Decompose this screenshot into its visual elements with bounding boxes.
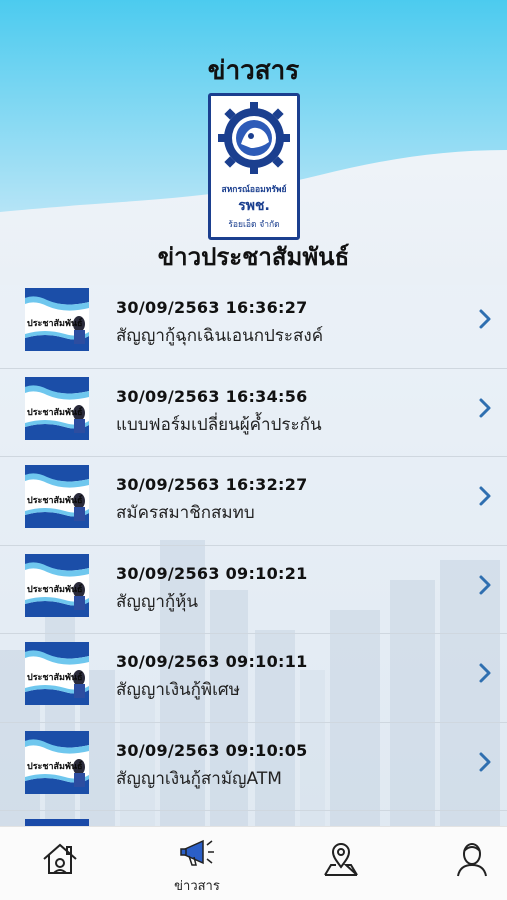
chevron-right-icon xyxy=(479,398,491,417)
news-thumbnail: ประชาสัมพันธ์ xyxy=(25,642,89,705)
news-date: 30/09/2563 16:36:27 xyxy=(116,298,308,317)
megaphone-icon xyxy=(180,839,214,866)
news-title: สัญญากู้ฉุกเฉินเอนกประสงค์ xyxy=(116,326,324,346)
thumbnail-label: ประชาสัมพันธ์ xyxy=(27,761,83,772)
tab-news[interactable]: ข่าวสาร xyxy=(157,827,237,900)
news-title: สมัครสมาชิกสมทบ xyxy=(116,503,255,523)
news-date: 30/09/2563 16:32:27 xyxy=(116,475,308,494)
cooperative-logo: สหกรณ์ออมทรัพย์ รพช. ร้อยเอ็ด จำกัด xyxy=(208,93,300,240)
tab-profile[interactable] xyxy=(430,827,507,900)
news-title: สัญญากู้หุ้น xyxy=(116,591,199,612)
news-list-item[interactable]: ประชาสัมพันธ์ 30/09/2563 16:36:27 สัญญากู้… xyxy=(0,280,507,369)
thumbnail-label: ประชาสัมพันธ์ xyxy=(27,407,83,418)
chevron-right-icon xyxy=(479,663,491,683)
news-date: 30/09/2563 09:10:11 xyxy=(116,652,308,671)
tab-location[interactable] xyxy=(299,827,379,900)
news-thumbnail: ประชาสัมพันธ์ xyxy=(25,553,89,617)
chevron-right-icon xyxy=(479,309,491,329)
svg-text:สหกรณ์ออมทรัพย์: สหกรณ์ออมทรัพย์ xyxy=(222,184,287,195)
thumbnail-label: ประชาสัมพันธ์ xyxy=(27,496,83,506)
tab-home[interactable] xyxy=(18,827,98,900)
section-title: ข่าวประชาสัมพันธ์ xyxy=(157,243,350,271)
header-hero: ข่าวสาร สหกรณ์ออมทรัพย์ รพช. ร้อยเอ็ด จำ… xyxy=(0,0,507,285)
news-list: ประชาสัมพันธ์ 30/09/2563 16:36:27 สัญญากู้… xyxy=(0,280,507,831)
home-icon xyxy=(43,843,77,874)
thumbnail-label: ประชาสัมพันธ์ xyxy=(27,584,83,595)
chevron-right-icon xyxy=(479,752,491,771)
news-thumbnail: ประชาสัมพันธ์ xyxy=(25,730,89,794)
bottom-tab-bar: ข่าวสาร xyxy=(0,826,507,900)
page-title: ข่าวสาร xyxy=(207,56,300,86)
chevron-right-icon xyxy=(479,486,491,506)
svg-text:ร้อยเอ็ด จำกัด: ร้อยเอ็ด จำกัด xyxy=(228,218,279,230)
news-thumbnail: ประชาสัมพันธ์ xyxy=(25,288,89,351)
map-pin-icon xyxy=(324,843,358,876)
thumbnail-label: ประชาสัมพันธ์ xyxy=(27,319,83,329)
user-icon xyxy=(457,843,487,877)
news-date: 30/09/2563 09:10:05 xyxy=(116,740,308,760)
news-list-item[interactable]: ประชาสัมพันธ์ 30/09/2563 09:10:11 สัญญาเงิ… xyxy=(0,634,507,723)
news-date: 30/09/2563 16:34:56 xyxy=(116,386,308,406)
chevron-right-icon xyxy=(479,575,491,594)
thumbnail-label: ประชาสัมพันธ์ xyxy=(27,673,83,683)
news-title: แบบฟอร์มเปลี่ยนผู้ค้ำประกัน xyxy=(116,414,322,435)
news-thumbnail: ประชาสัมพันธ์ xyxy=(25,376,89,440)
news-title: สัญญาเงินกู้สามัญATM xyxy=(116,768,282,789)
news-thumbnail: ประชาสัมพันธ์ xyxy=(25,465,89,528)
news-list-item[interactable]: ประชาสัมพันธ์ 30/09/2563 16:32:27 สมัครสมา… xyxy=(0,457,507,546)
tab-news-label: ข่าวสาร xyxy=(174,879,220,894)
news-list-item[interactable]: ประชาสัมพันธ์ 30/09/2563 09:10:21 สัญญากู้… xyxy=(0,546,507,634)
news-title: สัญญาเงินกู้พิเศษ xyxy=(116,680,240,700)
news-list-item[interactable]: ประชาสัมพันธ์ 30/09/2563 09:10:05 สัญญาเงิ… xyxy=(0,723,507,811)
svg-text:รพช.: รพช. xyxy=(238,198,270,214)
news-list-item[interactable]: ประชาสัมพันธ์ 30/09/2563 16:34:56 แบบฟอร์ม… xyxy=(0,369,507,457)
news-date: 30/09/2563 09:10:21 xyxy=(116,563,308,583)
